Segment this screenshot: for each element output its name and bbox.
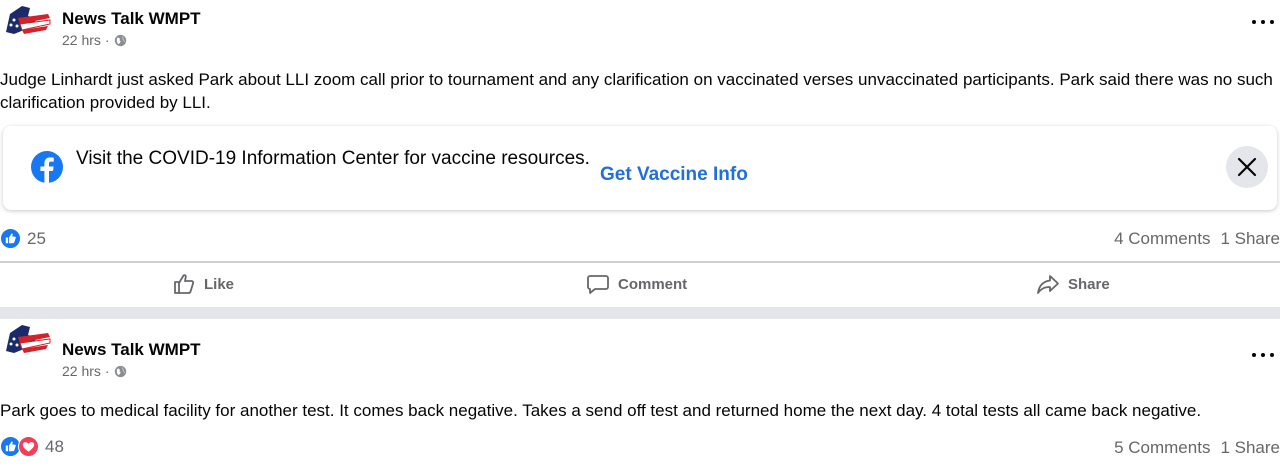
meta-separator: · (104, 363, 110, 379)
covid-info-text: Visit the COVID-19 Information Center fo… (76, 148, 590, 169)
globe-icon (114, 365, 126, 377)
like-button[interactable]: Like (172, 263, 234, 305)
more-options-icon[interactable] (1252, 14, 1274, 30)
globe-icon (114, 34, 126, 46)
share-arrow-icon (1037, 275, 1059, 294)
comments-count-link[interactable]: 5 Comments (1114, 438, 1210, 458)
comment-button[interactable]: Comment (586, 263, 687, 305)
post: News Talk WMPT 22 hrs · Judge Linhardt j… (0, 0, 1280, 307)
action-bar: Like Comment Share (0, 263, 1280, 305)
page-name[interactable]: News Talk WMPT (62, 340, 201, 360)
facebook-logo-icon (31, 151, 63, 183)
reaction-count: 48 (45, 436, 64, 456)
page-name[interactable]: News Talk WMPT (62, 9, 201, 29)
more-options-icon[interactable] (1252, 347, 1274, 363)
shares-count-link[interactable]: 1 Share (1220, 229, 1280, 249)
post-meta: 22 hrs · (62, 32, 127, 48)
post-time[interactable]: 22 hrs (62, 363, 101, 379)
post-text: Park goes to medical facility for anothe… (0, 401, 1202, 420)
page-avatar-icon[interactable] (2, 2, 52, 38)
like-label: Like (204, 275, 235, 293)
reaction-summary[interactable]: 25 (0, 228, 46, 249)
comments-count-link[interactable]: 4 Comments (1114, 229, 1210, 249)
like-reaction-icon (0, 228, 21, 249)
love-reaction-icon (18, 436, 39, 457)
close-button[interactable] (1226, 146, 1268, 188)
page-avatar-icon[interactable] (2, 321, 52, 357)
reaction-count: 25 (27, 228, 46, 248)
comment-label: Comment (618, 275, 688, 293)
post: News Talk WMPT 22 hrs · Park goes to med… (0, 319, 1280, 467)
meta-separator: · (104, 32, 110, 48)
close-icon (1237, 157, 1257, 177)
shares-count-link[interactable]: 1 Share (1220, 438, 1280, 458)
comment-bubble-icon (587, 275, 609, 294)
reaction-summary[interactable]: 48 (0, 436, 64, 457)
engagement-counts: 5 Comments 1 Share (1114, 438, 1280, 458)
post-meta: 22 hrs · (62, 363, 127, 379)
get-vaccine-info-link[interactable]: Get Vaccine Info (600, 164, 748, 186)
post-time[interactable]: 22 hrs (62, 32, 101, 48)
feed-separator (0, 307, 1280, 319)
thumbs-up-icon (174, 274, 195, 294)
share-label: Share (1068, 275, 1110, 293)
share-button[interactable]: Share (1036, 263, 1110, 305)
covid-info-card: Visit the COVID-19 Information Center fo… (3, 126, 1277, 210)
engagement-counts: 4 Comments 1 Share (1114, 229, 1280, 249)
post-text: Judge Linhardt just asked Park about LLI… (0, 70, 1273, 112)
